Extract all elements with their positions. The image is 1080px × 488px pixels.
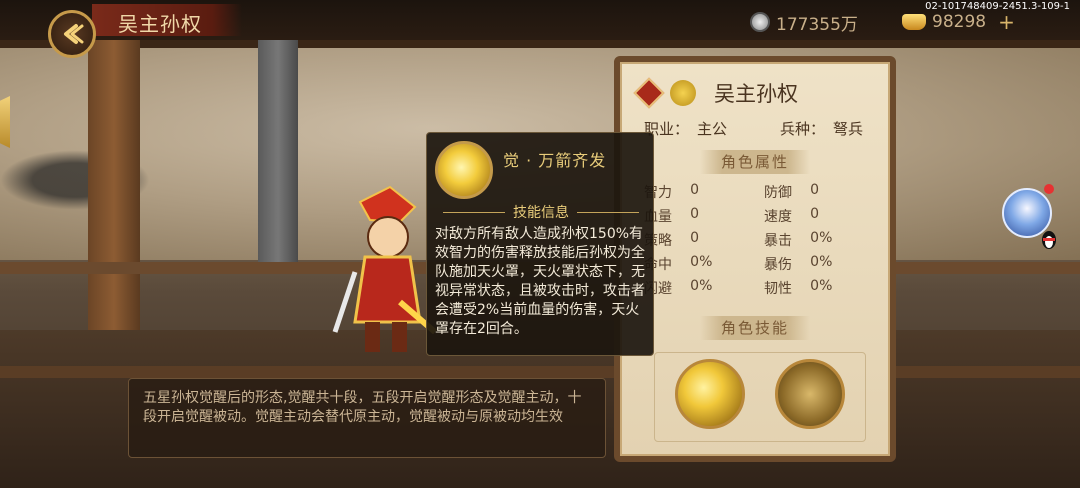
left-edge-tab[interactable]	[0, 96, 10, 148]
background-pillar-stone	[258, 40, 298, 270]
attribute-label: 暴伤	[764, 257, 792, 273]
back-button[interactable]	[48, 10, 96, 58]
divider-line	[443, 211, 505, 213]
tooltip-section-header: 技能信息	[427, 203, 655, 221]
attributes-section-title: 角色属性	[700, 150, 810, 174]
attributes-table: 智力 0 防御 0 血量 0 速度 0 策略 0 暴击 0% 命中 0% 暴伤 …	[644, 182, 884, 302]
qq-penguin-icon[interactable]	[1040, 228, 1058, 250]
background-pillar-left	[88, 40, 140, 360]
troop-value: 弩兵	[833, 120, 864, 138]
hero-job: 职业： 主公	[644, 118, 727, 139]
attribute-value: 0%	[810, 278, 833, 294]
add-gold-button[interactable]: +	[998, 10, 1015, 34]
silver-amount: 177355万	[776, 14, 858, 35]
background-railing-lower	[0, 366, 1080, 378]
skills-section-title: 角色技能	[700, 316, 810, 340]
tooltip-section-label: 技能信息	[513, 205, 569, 221]
awakening-description-box: 五星孙权觉醒后的形态,觉醒共十段，五段开启觉醒形态及觉醒主动，十段开启觉醒被动。…	[128, 378, 606, 458]
attribute-value: 0	[690, 206, 700, 222]
tooltip-skill-name: 觉 · 万箭齐发	[503, 151, 607, 170]
hero-info-panel: 吴主孙权 职业： 主公 兵种： 弩兵 角色属性 智力 0 防御 0 血量 0 速…	[614, 56, 896, 462]
silver-coin-icon	[750, 12, 770, 32]
gold-currency: 98298 +	[902, 10, 1015, 34]
hero-sprite	[332, 185, 437, 352]
attribute-value: 0	[690, 230, 700, 246]
notification-dot	[1044, 184, 1054, 194]
attribute-value: 0	[690, 182, 700, 198]
skill-arrow-volley-icon[interactable]	[675, 359, 745, 429]
attribute-value: 0%	[690, 278, 713, 294]
attribute-row: 闪避 0% 韧性 0%	[644, 278, 884, 302]
tooltip-description: 对敌方所有敌人造成孙权150%有效智力的伤害释放技能后孙权为全队施加天火罩，天火…	[435, 226, 645, 337]
divider-line	[577, 211, 639, 213]
back-arrow-icon	[64, 24, 84, 44]
hero-header: 吴主孙权	[633, 77, 798, 109]
top-bar: 吴主孙权 177355万 98298 + 02-101748409-2451.3…	[0, 0, 1080, 40]
attribute-row: 策略 0 暴击 0%	[644, 230, 884, 254]
attribute-label: 速度	[764, 209, 792, 225]
wu-kingdom-icon	[670, 80, 696, 106]
attribute-row: 命中 0% 暴伤 0%	[644, 254, 884, 278]
tooltip-skill-icon	[435, 141, 493, 199]
silver-currency: 177355万	[750, 10, 858, 35]
skills-box	[654, 352, 866, 442]
troop-label: 兵种：	[780, 120, 826, 138]
attribute-row: 智力 0 防御 0	[644, 182, 884, 206]
hero-name: 吴主孙权	[714, 82, 798, 106]
awakening-description-text: 五星孙权觉醒后的形态,觉醒共十段，五段开启觉醒形态及觉醒主动，十段开启觉醒被动。…	[143, 390, 582, 425]
attribute-label: 韧性	[764, 281, 792, 297]
skill-passive-icon[interactable]	[775, 359, 845, 429]
attribute-value: 0%	[810, 254, 833, 270]
gold-ingot-icon	[902, 14, 926, 30]
faction-seal-icon	[633, 77, 665, 109]
attribute-label: 暴击	[764, 233, 792, 249]
attribute-label: 防御	[764, 185, 792, 201]
hero-troop: 兵种： 弩兵	[780, 118, 863, 139]
attribute-value: 0	[810, 206, 820, 222]
attribute-value: 0%	[810, 230, 833, 246]
job-value: 主公	[697, 120, 728, 138]
page-title: 吴主孙权	[118, 12, 202, 36]
attribute-value: 0%	[690, 254, 713, 270]
gold-amount: 98298	[932, 12, 987, 32]
skill-tooltip: 觉 · 万箭齐发 技能信息 对敌方所有敌人造成孙权150%有效智力的伤害释放技能…	[426, 132, 654, 356]
version-text: 02-101748409-2451.3-109-1	[925, 1, 1070, 12]
attribute-value: 0	[810, 182, 820, 198]
attribute-row: 血量 0 速度 0	[644, 206, 884, 230]
